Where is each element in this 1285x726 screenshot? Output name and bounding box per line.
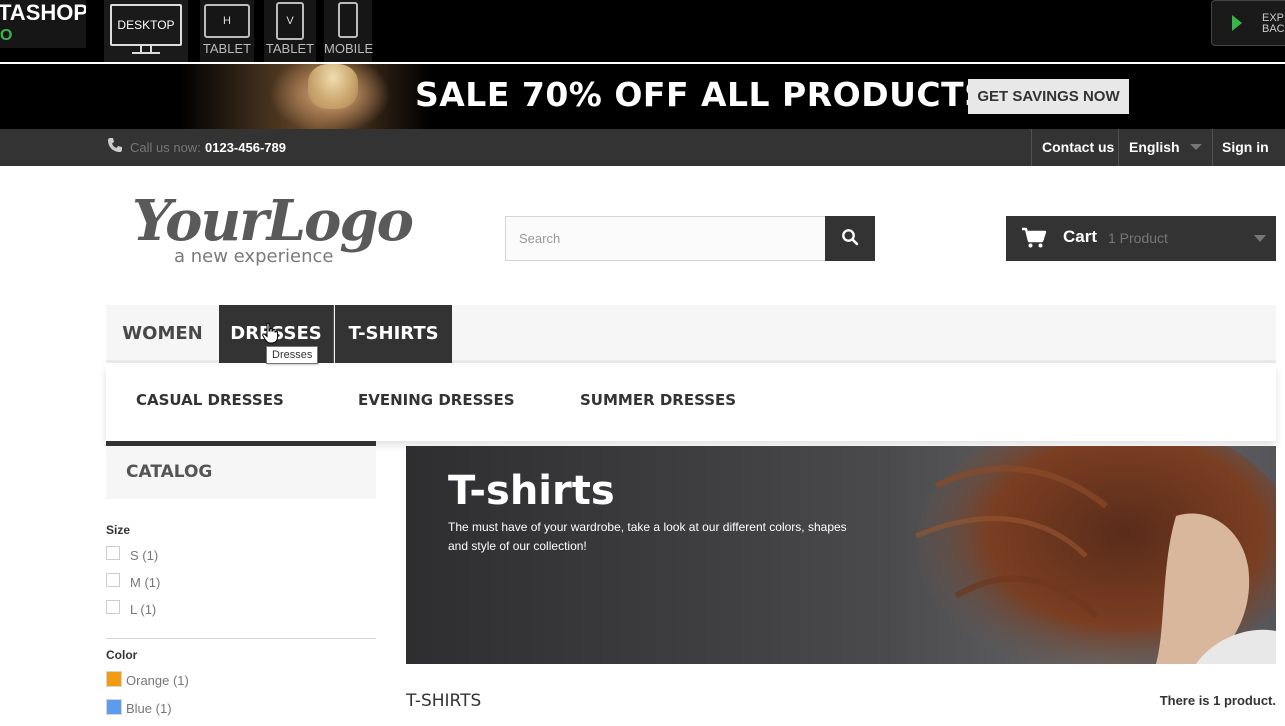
language-selector[interactable]: English xyxy=(1129,139,1180,155)
chevron-down-icon xyxy=(1254,235,1266,242)
banner-photo-highlight xyxy=(308,64,358,109)
cart-quantity: 1 Product xyxy=(1108,230,1168,246)
expand-back-label: EXP BAC xyxy=(1262,12,1285,35)
store-logo[interactable]: YourLogo a new experience xyxy=(132,188,417,270)
category-description: The must have of your wardrobe, take a l… xyxy=(448,520,847,553)
nav-divider xyxy=(1031,129,1032,166)
color-blue-label[interactable]: Blue (1) xyxy=(126,701,172,716)
demo-brand-text: TASHOP xyxy=(0,0,86,25)
device-desktop-button[interactable]: DESKTOP xyxy=(104,0,188,62)
catalog-title: CATALOG xyxy=(126,462,213,482)
size-s-label[interactable]: S (1) xyxy=(130,548,158,563)
logo-tagline: a new experience xyxy=(174,246,334,267)
color-swatch-blue[interactable] xyxy=(106,699,122,715)
call-us-label: Call us now: xyxy=(130,140,201,155)
sale-banner-text: SALE 70% OFF ALL PRODUCTS xyxy=(415,75,989,114)
menu-tooltip: Dresses xyxy=(266,346,319,364)
color-filter-title: Color xyxy=(106,648,138,662)
size-filter-title: Size xyxy=(106,523,131,537)
color-orange-label[interactable]: Orange (1) xyxy=(126,673,189,688)
desktop-base xyxy=(132,52,160,54)
desktop-icon: DESKTOP xyxy=(110,4,182,46)
category-title: T-shirts xyxy=(448,468,615,514)
cart-icon xyxy=(1022,227,1047,248)
expand-back-button[interactable]: EXP BAC xyxy=(1211,0,1285,46)
tablet-vertical-icon: V xyxy=(276,2,304,40)
chevron-down-icon xyxy=(1190,144,1202,150)
device-mobile-label: MOBILE xyxy=(324,41,374,56)
color-swatch-orange[interactable] xyxy=(106,671,122,687)
device-tablet-horizontal-label: TABLET xyxy=(202,41,252,56)
menu-item-tshirts[interactable]: T-SHIRTS xyxy=(335,305,452,363)
contact-us-link[interactable]: Contact us xyxy=(1042,139,1114,155)
phone-number: 0123-456-789 xyxy=(205,140,286,155)
search-button[interactable] xyxy=(825,216,875,261)
category-heading: T-SHIRTS xyxy=(406,691,482,711)
category-model-photo xyxy=(915,446,1276,664)
device-tablet-vertical-label: TABLET xyxy=(265,41,315,56)
nav-divider xyxy=(1212,129,1213,166)
size-l-label[interactable]: L (1) xyxy=(130,602,156,617)
product-count: There is 1 product. xyxy=(1159,693,1276,708)
mobile-icon xyxy=(338,2,358,38)
get-savings-button[interactable]: GET SAVINGS NOW xyxy=(968,79,1129,114)
search-icon xyxy=(842,229,859,246)
filter-divider xyxy=(106,638,376,639)
size-m-label[interactable]: M (1) xyxy=(130,575,160,590)
device-mobile-button[interactable]: MOBILE xyxy=(324,0,374,62)
device-desktop-label: DESKTOP xyxy=(117,18,175,32)
submenu-summer-dresses[interactable]: SUMMER DRESSES xyxy=(580,391,736,409)
submenu-casual-dresses[interactable]: CASUAL DRESSES xyxy=(136,391,284,409)
size-m-checkbox[interactable] xyxy=(106,573,120,587)
hand-cursor-icon xyxy=(262,322,278,344)
sign-in-link[interactable]: Sign in xyxy=(1222,139,1269,155)
demo-toolbar xyxy=(0,0,1285,62)
tablet-horizontal-icon: H xyxy=(204,4,250,38)
cart-button[interactable]: Cart 1 Product xyxy=(1006,216,1276,261)
cart-label: Cart xyxy=(1063,227,1098,246)
demo-brand-subtext: O xyxy=(0,27,13,44)
logo-wordmark: YourLogo xyxy=(132,188,414,254)
search-input[interactable] xyxy=(505,216,826,261)
device-tablet-vertical-button[interactable]: V TABLET xyxy=(264,0,316,62)
play-arrow-icon xyxy=(1232,15,1242,31)
size-s-checkbox[interactable] xyxy=(106,546,120,560)
dresses-submenu: CASUAL DRESSES EVENING DRESSES SUMMER DR… xyxy=(106,365,1276,441)
phone-icon xyxy=(108,138,122,152)
submenu-evening-dresses[interactable]: EVENING DRESSES xyxy=(358,391,515,409)
demo-brand-logo[interactable]: TASHOP O xyxy=(0,0,86,48)
device-tablet-horizontal-button[interactable]: H TABLET xyxy=(200,0,254,62)
menu-item-women[interactable]: WOMEN xyxy=(106,305,219,363)
banner-model-photo xyxy=(180,64,430,129)
size-l-checkbox[interactable] xyxy=(106,600,120,614)
nav-divider xyxy=(1118,129,1119,166)
